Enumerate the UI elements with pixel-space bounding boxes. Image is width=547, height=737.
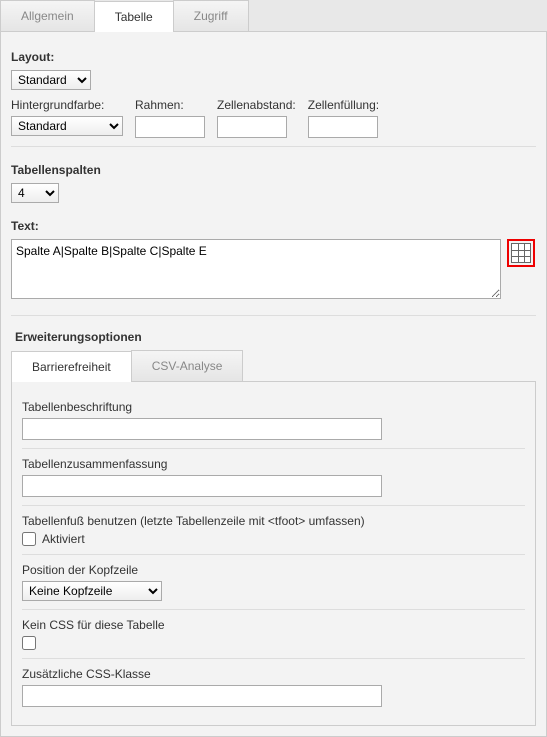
divider <box>11 315 536 316</box>
rahmen-input[interactable] <box>135 116 205 138</box>
nocss-block: Kein CSS für diese Tabelle <box>22 610 525 659</box>
tfoot-checkbox[interactable] <box>22 532 36 546</box>
text-input[interactable]: Spalte A|Spalte B|Spalte C|Spalte E <box>11 239 501 299</box>
hintergrund-select[interactable]: Standard <box>11 116 123 136</box>
main-tabs: Allgemein Tabelle Zugriff <box>0 0 547 32</box>
subtab-barrierefreiheit[interactable]: Barrierefreiheit <box>11 351 132 382</box>
tab-allgemein[interactable]: Allgemein <box>0 0 95 31</box>
kopfzeile-block: Position der Kopfzeile Keine Kopfzeile <box>22 555 525 610</box>
layout-select[interactable]: Standard <box>11 70 91 90</box>
hintergrund-label: Hintergrundfarbe: <box>11 98 123 112</box>
ext-subtabs: Barrierefreiheit CSV-Analyse <box>11 350 536 382</box>
kopfzeile-select[interactable]: Keine Kopfzeile <box>22 581 162 601</box>
beschriftung-block: Tabellenbeschriftung <box>22 392 525 449</box>
layout-label: Layout: <box>11 50 536 64</box>
tab-tabelle[interactable]: Tabelle <box>94 1 174 32</box>
highlight-box <box>507 239 535 267</box>
zellabstand-label: Zellenabstand: <box>217 98 296 112</box>
spalten-select[interactable]: 4 <box>11 183 59 203</box>
table-grid-icon[interactable] <box>511 243 531 263</box>
tfoot-block: Tabellenfuß benutzen (letzte Tabellenzei… <box>22 506 525 555</box>
beschriftung-input[interactable] <box>22 418 382 440</box>
tab-zugriff[interactable]: Zugriff <box>173 0 249 31</box>
subtab-csv-analyse[interactable]: CSV-Analyse <box>131 350 244 381</box>
layout-fields-row: Hintergrundfarbe: Standard Rahmen: Zelle… <box>11 98 536 138</box>
main-panel: Layout: Standard Hintergrundfarbe: Stand… <box>0 32 547 737</box>
cssklasse-input[interactable] <box>22 685 382 707</box>
spalten-section: Tabellenspalten 4 <box>11 155 536 211</box>
zellfuellung-input[interactable] <box>308 116 378 138</box>
layout-section: Layout: Standard <box>11 42 536 98</box>
cssklasse-label: Zusätzliche CSS-Klasse <box>22 667 525 681</box>
spalten-label: Tabellenspalten <box>11 163 536 177</box>
zusammenfassung-input[interactable] <box>22 475 382 497</box>
kopfzeile-label: Position der Kopfzeile <box>22 563 525 577</box>
text-section: Text: Spalte A|Spalte B|Spalte C|Spalte … <box>11 211 536 307</box>
nocss-label: Kein CSS für diese Tabelle <box>22 618 525 632</box>
beschriftung-label: Tabellenbeschriftung <box>22 400 525 414</box>
tfoot-label: Tabellenfuß benutzen (letzte Tabellenzei… <box>22 514 525 528</box>
zellfuellung-label: Zellenfüllung: <box>308 98 379 112</box>
ext-header: Erweiterungsoptionen <box>11 324 536 350</box>
rahmen-label: Rahmen: <box>135 98 205 112</box>
nocss-checkbox[interactable] <box>22 636 36 650</box>
divider <box>11 146 536 147</box>
text-label: Text: <box>11 219 536 233</box>
zusammenfassung-label: Tabellenzusammenfassung <box>22 457 525 471</box>
cssklasse-block: Zusätzliche CSS-Klasse <box>22 659 525 715</box>
tfoot-check-label: Aktiviert <box>42 532 85 546</box>
ext-body: Tabellenbeschriftung Tabellenzusammenfas… <box>11 382 536 726</box>
zellabstand-input[interactable] <box>217 116 287 138</box>
zusammenfassung-block: Tabellenzusammenfassung <box>22 449 525 506</box>
